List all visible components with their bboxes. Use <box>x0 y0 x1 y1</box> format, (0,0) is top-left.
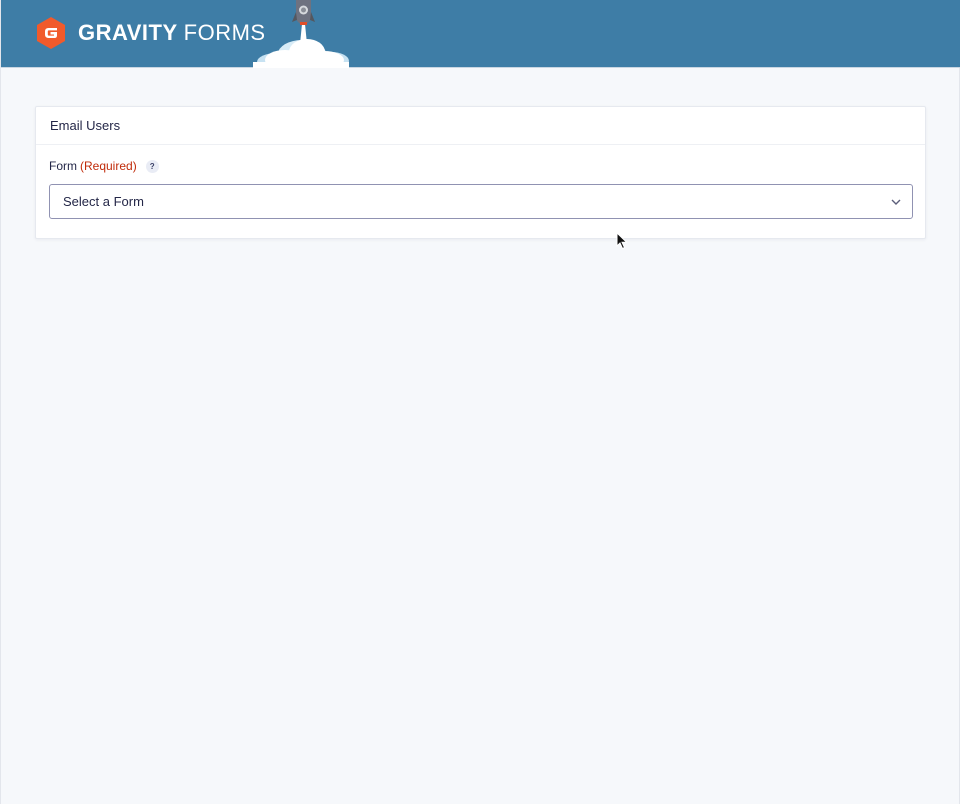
required-indicator: (Required) <box>80 159 137 173</box>
brand-logo[interactable]: GRAVITY FORMS <box>34 16 266 50</box>
rocket-launch-icon <box>253 0 349 68</box>
mouse-cursor-icon <box>616 232 628 250</box>
brand-name-bold: GRAVITY <box>78 20 178 45</box>
form-select-value: Select a Form <box>63 194 144 209</box>
form-select[interactable]: Select a Form <box>49 184 913 219</box>
form-label-text: Form <box>49 159 77 173</box>
gravity-forms-logo-icon <box>37 17 65 49</box>
help-tooltip-icon[interactable]: ? <box>145 159 159 173</box>
brand-name: GRAVITY FORMS <box>78 16 266 50</box>
chevron-down-icon <box>891 199 901 205</box>
app-header: GRAVITY FORMS <box>1 0 960 68</box>
email-users-card: Email Users Form (Required) ? Select a F… <box>35 106 926 239</box>
form-field-label: Form (Required) ? <box>49 159 912 173</box>
card-title: Email Users <box>36 107 925 145</box>
